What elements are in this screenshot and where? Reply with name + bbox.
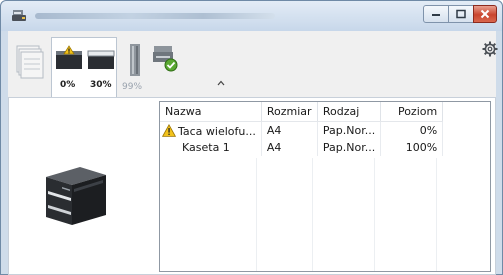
table-grid (160, 158, 490, 271)
paper-type: Pap.Nor... (317, 121, 382, 139)
tray-name: Taca wielofu... (178, 124, 256, 138)
tray-table: Nazwa Rozmiar Rodzaj Poziom Taca wielofu… (160, 102, 444, 156)
status-toolbar: 0% 30% 99% (8, 31, 498, 98)
paper-stack-icon (16, 45, 44, 79)
printer-image (46, 167, 106, 225)
device-ok-icon (153, 46, 178, 72)
tray-name-cell: Taca wielofu... (160, 121, 262, 139)
tray-bypass-icon (56, 45, 82, 69)
table-row[interactable]: Kaseta 1 A4 Pap.Nor... 100% (160, 139, 444, 156)
tray-bypass-level: 0% (60, 80, 76, 90)
paper-trays-tab[interactable]: 0% 30% (51, 37, 117, 98)
column-header-name[interactable]: Nazwa (160, 102, 262, 122)
tray-cassette-icon (87, 50, 115, 69)
column-header-size[interactable]: Rozmiar (261, 102, 318, 122)
collapse-caret-icon[interactable] (216, 79, 226, 87)
paper-level: 0% (380, 121, 444, 139)
table-row[interactable]: Taca wielofu... A4 Pap.Nor... 0% (160, 121, 444, 139)
device-status-tab[interactable] (151, 37, 181, 93)
paper-size: A4 (261, 121, 318, 139)
column-header-level[interactable]: Poziom (380, 102, 444, 122)
warning-icon (162, 123, 176, 137)
title-bar[interactable] (1, 1, 502, 31)
minimize-button[interactable] (423, 5, 449, 23)
printer-app-icon (12, 10, 26, 21)
column-header-type[interactable]: Rodzaj (317, 102, 382, 122)
paper-tray-list[interactable]: Nazwa Rozmiar Rodzaj Poziom Taca wielofu… (159, 101, 491, 272)
toner-level: 99% (122, 82, 143, 92)
paper-size: A4 (261, 139, 318, 156)
status-monitor-window: 0% 30% 99% Nazwa Rozmiar Rodzaj Poziom T… (0, 0, 503, 275)
tray-cassette-level: 30% (90, 80, 112, 90)
minimize-icon (432, 14, 440, 16)
paper-level: 100% (380, 139, 444, 156)
settings-gear-icon[interactable] (482, 41, 498, 57)
close-button[interactable] (473, 5, 497, 23)
paper-stack-tab[interactable] (14, 37, 48, 93)
tray-name: Kaseta 1 (160, 139, 262, 156)
table-header-row: Nazwa Rozmiar Rodzaj Poziom (160, 102, 444, 122)
tray-details-panel: Nazwa Rozmiar Rodzaj Poziom Taca wielofu… (8, 97, 496, 275)
toner-tab[interactable]: 99% (120, 37, 148, 93)
window-title-blurred (35, 13, 275, 19)
paper-type: Pap.Nor... (317, 139, 382, 156)
toner-cartridge-icon (130, 44, 140, 76)
maximize-button[interactable] (448, 5, 474, 23)
maximize-icon (456, 9, 466, 19)
close-icon (480, 9, 490, 19)
